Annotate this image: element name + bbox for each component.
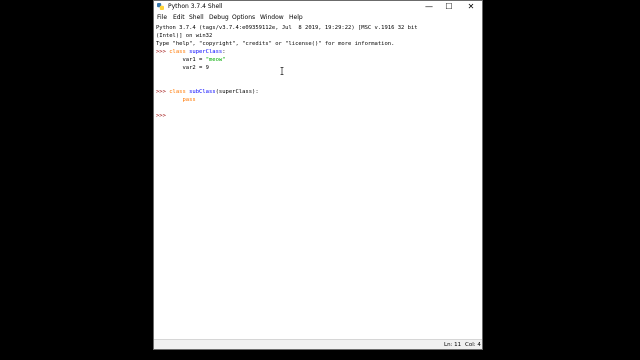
python-app-icon <box>157 3 164 10</box>
status-line: Ln: 11 <box>444 342 462 348</box>
status-bar: Ln: 11 Col: 4 <box>154 339 482 349</box>
assignment: var1 = <box>182 57 206 63</box>
status-col: Col: 4 <box>465 342 481 348</box>
minimize-button[interactable]: — <box>418 1 440 12</box>
menu-debug[interactable]: Debug <box>209 13 229 22</box>
banner-line-2: (Intel)] on win32 <box>156 33 213 39</box>
idle-shell-window: Python 3.7.4 Shell — ☐ ✕ File Edit Shell… <box>153 0 483 350</box>
banner-line-1: Python 3.7.4 (tags/v3.7.4:e09359112e, Ju… <box>156 25 418 31</box>
string-literal: "meow" <box>205 57 226 63</box>
menu-edit[interactable]: Edit <box>173 13 185 22</box>
menu-bar: File Edit Shell Debug Options Window Hel… <box>154 12 482 22</box>
shell-prompt: >>> <box>156 49 170 55</box>
banner-line-3: Type "help", "copyright", "credits" or "… <box>156 41 395 47</box>
code-line-class-superclass: >>> class superClass: <box>156 48 226 56</box>
menu-help[interactable]: Help <box>289 13 303 22</box>
maximize-button[interactable]: ☐ <box>438 1 460 12</box>
menu-shell[interactable]: Shell <box>189 13 204 22</box>
window-title: Python 3.7.4 Shell <box>168 3 223 10</box>
menu-window[interactable]: Window <box>260 13 284 22</box>
menu-options[interactable]: Options <box>232 13 255 22</box>
keyword-pass: pass <box>182 97 196 103</box>
class-suffix: : <box>222 49 226 55</box>
shell-text-area[interactable]: Python 3.7.4 (tags/v3.7.4:e09359112e, Ju… <box>154 22 482 340</box>
shell-prompt: >>> <box>156 89 170 95</box>
class-suffix: (superClass): <box>215 89 259 95</box>
close-button[interactable]: ✕ <box>460 1 482 12</box>
maximize-icon: ☐ <box>445 2 453 11</box>
code-line-class-subclass: >>> class subClass(superClass): <box>156 88 259 96</box>
code-line-active-prompt[interactable]: >>> <box>156 112 169 120</box>
class-name: superClass <box>189 49 223 55</box>
code-line-var2: var2 = 9 <box>156 65 209 71</box>
minimize-icon: — <box>425 2 433 11</box>
shell-prompt: >>> <box>156 113 170 119</box>
keyword-class: class <box>169 89 186 95</box>
code-line-var1: var1 = "meow" <box>156 56 226 64</box>
text-cursor-icon <box>280 67 284 75</box>
keyword-class: class <box>169 49 186 55</box>
title-bar[interactable]: Python 3.7.4 Shell — ☐ ✕ <box>154 1 482 12</box>
menu-file[interactable]: File <box>157 13 167 22</box>
code-line-pass: pass <box>156 96 196 104</box>
close-icon: ✕ <box>467 2 475 11</box>
class-name: subClass <box>189 89 216 95</box>
